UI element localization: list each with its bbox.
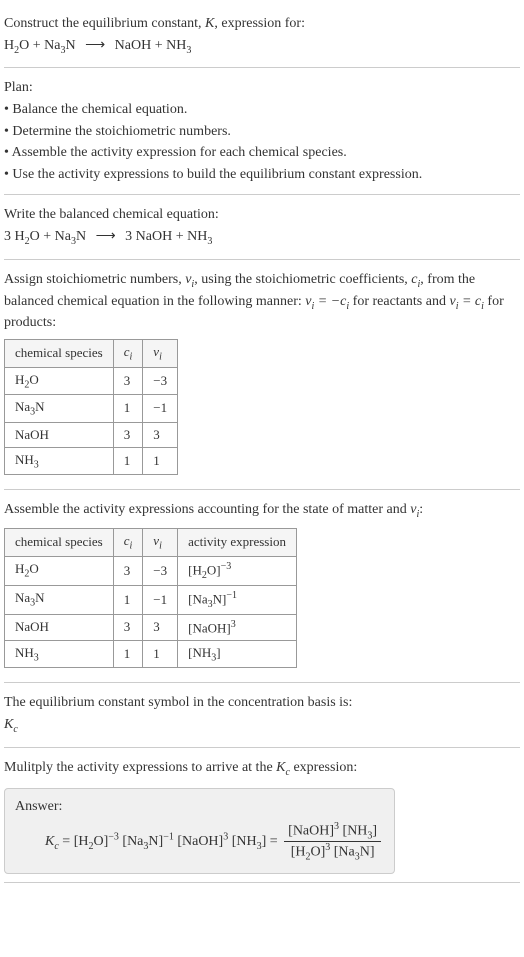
multiply-section: Mulitply the activity expressions to arr…: [4, 748, 520, 883]
table-row: NH311[NH3]: [5, 640, 297, 668]
assign-section: Assign stoichiometric numbers, νi, using…: [4, 260, 520, 491]
plan-title: Plan:: [4, 78, 520, 98]
text: , expression for:: [214, 16, 305, 31]
assign-text: Assign stoichiometric numbers, νi, using…: [4, 270, 520, 333]
table-header-row: chemical species ci νi: [5, 339, 178, 367]
activity-section: Assemble the activity expressions accoun…: [4, 490, 520, 683]
question-header: Construct the equilibrium constant, K, e…: [4, 4, 520, 68]
plan-bullet: • Balance the chemical equation.: [4, 100, 520, 120]
k-symbol: K: [205, 16, 214, 31]
col-activity: activity expression: [178, 529, 297, 557]
answer-expression: Kc = [H2O]−3 [Na3N]−1 [NaOH]3 [NH3] = [N…: [15, 821, 384, 863]
arrow: ⟶: [96, 227, 116, 247]
col-c: ci: [113, 529, 143, 557]
plan-bullet: • Determine the stoichiometric numbers.: [4, 122, 520, 142]
col-species: chemical species: [5, 339, 114, 367]
activity-title: Assemble the activity expressions accoun…: [4, 500, 520, 522]
lhs: H2O + Na3N: [4, 38, 76, 53]
col-species: chemical species: [5, 529, 114, 557]
table-row: H2O3−3: [5, 367, 178, 395]
plan-section: Plan: • Balance the chemical equation. •…: [4, 68, 520, 195]
balanced-equation: 3 H2O + Na3N ⟶ 3 NaOH + NH3: [4, 227, 520, 249]
stoichiometry-table: chemical species ci νi H2O3−3 Na3N1−1 Na…: [4, 339, 178, 475]
plan-bullet: • Assemble the activity expression for e…: [4, 143, 520, 163]
table-row: NH311: [5, 447, 178, 475]
text: Construct the equilibrium constant,: [4, 16, 205, 31]
col-nu: νi: [143, 339, 178, 367]
balanced-section: Write the balanced chemical equation: 3 …: [4, 195, 520, 259]
table-row: NaOH33: [5, 422, 178, 447]
table-row: Na3N1−1[Na3N]−1: [5, 585, 297, 614]
plan-bullet: • Use the activity expressions to build …: [4, 165, 520, 185]
answer-label: Answer:: [15, 799, 384, 815]
symbol-text: The equilibrium constant symbol in the c…: [4, 693, 520, 713]
arrow: ⟶: [85, 36, 105, 56]
table-row: H2O3−3[H2O]−3: [5, 556, 297, 585]
balanced-title: Write the balanced chemical equation:: [4, 205, 520, 225]
table-row: NaOH33[NaOH]3: [5, 614, 297, 640]
rhs: NaOH + NH3: [115, 38, 192, 53]
symbol-section: The equilibrium constant symbol in the c…: [4, 683, 520, 747]
fraction: [NaOH]3 [NH3][H2O]3 [Na3N]: [284, 821, 381, 863]
unbalanced-equation: H2O + Na3N ⟶ NaOH + NH3: [4, 36, 520, 58]
kc-symbol: Kc: [4, 715, 520, 737]
question-intro: Construct the equilibrium constant, K, e…: [4, 14, 520, 34]
col-c: ci: [113, 339, 143, 367]
answer-box: Answer: Kc = [H2O]−3 [Na3N]−1 [NaOH]3 [N…: [4, 788, 395, 874]
table-row: Na3N1−1: [5, 395, 178, 423]
activity-table: chemical species ci νi activity expressi…: [4, 528, 297, 668]
col-nu: νi: [143, 529, 178, 557]
multiply-text: Mulitply the activity expressions to arr…: [4, 758, 520, 780]
table-header-row: chemical species ci νi activity expressi…: [5, 529, 297, 557]
